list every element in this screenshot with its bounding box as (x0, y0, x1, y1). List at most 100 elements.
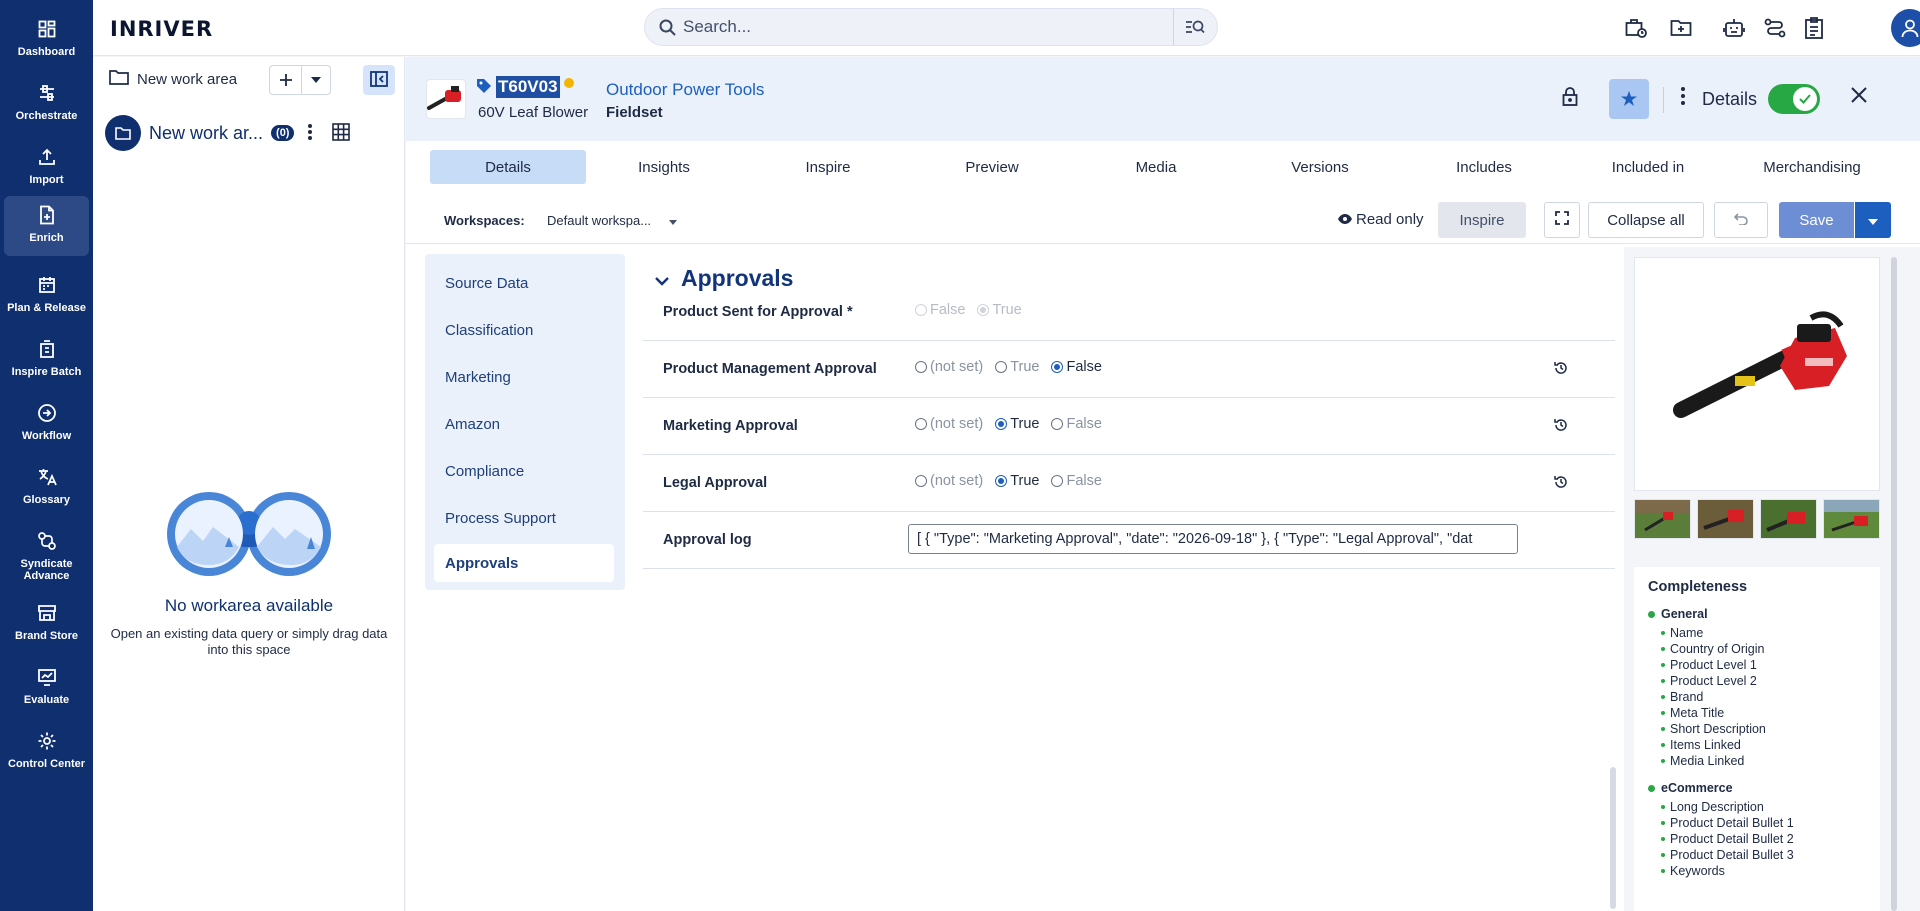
nav-glossary[interactable]: Glossary (0, 458, 93, 518)
lock-icon[interactable] (1562, 87, 1578, 110)
tab-includes[interactable]: Includes (1406, 150, 1562, 184)
read-only-label: Read only (1356, 211, 1424, 228)
collapse-panel-button[interactable] (363, 65, 395, 95)
tab-insights[interactable]: Insights (586, 150, 742, 184)
entity-code[interactable]: T60V03 (496, 76, 560, 98)
add-workarea-button[interactable] (269, 65, 331, 95)
folder-add-icon[interactable] (1669, 16, 1693, 40)
media-thumbnail[interactable] (1760, 499, 1817, 539)
nav-workflow[interactable]: Workflow (0, 394, 93, 454)
tab-merchandising[interactable]: Merchandising (1734, 150, 1890, 184)
save-dropdown-button[interactable] (1855, 202, 1891, 238)
section-amazon[interactable]: Amazon (425, 405, 625, 443)
radio-true[interactable]: True (995, 359, 1039, 375)
nav-dashboard[interactable]: Dashboard (0, 10, 93, 70)
media-thumbnail[interactable] (1823, 499, 1880, 539)
tab-preview[interactable]: Preview (914, 150, 1070, 184)
nav-plan-release[interactable]: Plan & Release (0, 266, 93, 326)
entity-type-link[interactable]: Outdoor Power Tools (606, 80, 764, 100)
history-icon[interactable] (1554, 418, 1568, 435)
nav-inspire-batch[interactable]: Inspire Batch (0, 330, 93, 390)
media-thumbnail[interactable] (1634, 499, 1691, 539)
nav-orchestrate[interactable]: Orchestrate (0, 74, 93, 134)
star-button[interactable] (1609, 79, 1649, 119)
radio-true[interactable]: True (977, 302, 1022, 318)
enrich-icon (36, 204, 58, 226)
section-process-support[interactable]: Process Support (425, 499, 625, 537)
history-icon[interactable] (1554, 361, 1568, 378)
empty-state: No workarea available Open an existing d… (93, 487, 405, 658)
kebab-menu-icon[interactable] (308, 123, 313, 143)
undo-button[interactable] (1714, 202, 1768, 238)
nav-import[interactable]: Import (0, 138, 93, 198)
grid-view-icon[interactable] (332, 122, 351, 144)
radio-false[interactable]: False (1051, 359, 1102, 375)
radio-false[interactable]: False (1051, 416, 1102, 432)
nav-syndicate-advance[interactable]: Syndicate Advance (0, 522, 93, 592)
section-classification[interactable]: Classification (425, 311, 625, 349)
entity-thumbnail[interactable] (426, 79, 466, 119)
save-button[interactable]: Save (1779, 202, 1854, 238)
section-compliance[interactable]: Compliance (425, 452, 625, 490)
chevron-down-icon[interactable] (302, 66, 330, 94)
inspire-button[interactable]: Inspire (1438, 202, 1526, 238)
radio-label: True (1010, 473, 1040, 489)
completeness-group: General (1648, 607, 1866, 621)
scrollbar-thumb[interactable] (1891, 257, 1897, 911)
nav-enrich[interactable]: Enrich (4, 196, 89, 256)
collapse-all-button[interactable]: Collapse all (1588, 202, 1704, 238)
radio-false[interactable]: False (1051, 473, 1102, 489)
details-toggle-label: Details (1702, 89, 1758, 109)
completeness-title: Completeness (1648, 579, 1748, 595)
radio-circle (915, 361, 927, 373)
close-icon[interactable] (1851, 87, 1867, 106)
orchestrate-icon (36, 82, 58, 104)
radio-not-set[interactable]: (not set) (915, 359, 983, 375)
right-panel-scrollbar[interactable] (1891, 257, 1897, 911)
media-thumbnail[interactable] (1697, 499, 1754, 539)
radio-true[interactable]: True (995, 473, 1039, 489)
details-toggle[interactable] (1768, 84, 1820, 114)
search-input[interactable] (683, 15, 1103, 39)
product-image[interactable] (1634, 257, 1880, 491)
briefcase-clock-icon[interactable] (1624, 16, 1648, 40)
group-name: eCommerce (1661, 781, 1733, 795)
radio-not-set[interactable]: (not set) (915, 416, 983, 432)
robot-icon[interactable] (1722, 16, 1746, 40)
details-toolbar: Workspaces: Default workspa... Read only… (406, 196, 1920, 244)
more-options-icon[interactable] (1681, 87, 1685, 108)
tab-details[interactable]: Details (430, 150, 586, 184)
approval-log-input[interactable] (908, 524, 1518, 554)
plus-icon[interactable] (270, 66, 302, 94)
advanced-search-icon[interactable] (1185, 18, 1205, 39)
tab-inspire[interactable]: Inspire (750, 150, 906, 184)
status-dot (1648, 784, 1655, 792)
empty-subtitle: Open an existing data query or simply dr… (110, 626, 388, 657)
workspace-select[interactable]: Default workspa... (547, 213, 678, 228)
tab-media[interactable]: Media (1078, 150, 1234, 184)
route-icon[interactable] (1763, 16, 1787, 40)
nav-evaluate[interactable]: Evaluate (0, 658, 93, 718)
fullscreen-button[interactable] (1544, 202, 1580, 238)
left-nav: Dashboard Orchestrate Import Enrich Plan… (0, 0, 93, 911)
radio-not-set[interactable]: (not set) (915, 473, 983, 489)
radio-true[interactable]: True (995, 416, 1039, 432)
history-icon[interactable] (1554, 475, 1568, 492)
fields-scrollbar[interactable] (1610, 767, 1616, 909)
nav-brand-store[interactable]: Brand Store (0, 594, 93, 654)
section-source-data[interactable]: Source Data (425, 264, 625, 302)
new-work-area-link[interactable]: New work area (109, 69, 237, 90)
clipboard-icon[interactable] (1802, 16, 1826, 40)
list-item: Country of Origin (1661, 641, 1866, 657)
undo-icon (1733, 212, 1748, 229)
tab-included-in[interactable]: Included in (1570, 150, 1726, 184)
user-avatar-icon[interactable] (1891, 9, 1920, 47)
section-marketing[interactable]: Marketing (425, 358, 625, 396)
radio-false[interactable]: False (915, 302, 965, 318)
tab-versions[interactable]: Versions (1242, 150, 1398, 184)
section-approvals[interactable]: Approvals (434, 544, 614, 582)
nav-label: Plan & Release (7, 302, 86, 314)
workarea-item[interactable]: New work ar... (0) (105, 115, 351, 151)
inriver-logo[interactable]: INRIVER (110, 17, 213, 41)
nav-control-center[interactable]: Control Center (0, 722, 93, 782)
